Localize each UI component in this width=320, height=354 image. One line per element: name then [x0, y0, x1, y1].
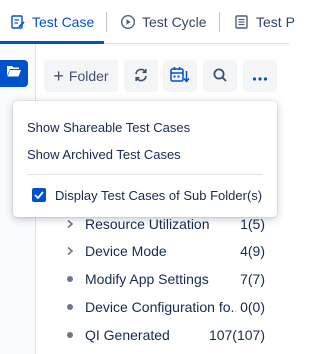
more-icon [252, 68, 268, 84]
sync-icon [133, 67, 149, 86]
chevron-right-icon[interactable] [60, 219, 80, 229]
add-folder-button[interactable]: + Folder [44, 60, 118, 92]
checkmark-icon [34, 191, 44, 199]
tree-item[interactable]: QI Generated 107(107) [60, 321, 265, 349]
tree-item-count: 4(9) [240, 243, 265, 259]
tree-item[interactable]: Device Configuration fo... 0(0) [60, 293, 265, 321]
tree-item-label: Modify App Settings [85, 271, 209, 287]
play-circle-icon [120, 14, 136, 30]
folder-panel-toggle-button[interactable] [0, 60, 28, 87]
tab-label: Test P [256, 14, 295, 30]
tab-test-case[interactable]: Test Case [10, 0, 94, 44]
tree-item-label: Device Configuration fo... [85, 299, 237, 315]
tab-label: Test Cycle [142, 14, 207, 30]
plus-icon: + [53, 66, 64, 86]
tree-item-label: Resource Utilization [85, 216, 210, 232]
subfolder-checkbox[interactable] [32, 188, 46, 202]
menu-item-show-archived[interactable]: Show Archived Test Cases [27, 147, 181, 162]
tab-divider [106, 12, 107, 32]
tree-item-label: Device Mode [85, 243, 167, 259]
tab-divider [219, 12, 220, 32]
subfolder-checkbox-label[interactable]: Display Test Cases of Sub Folder(s) [55, 188, 262, 203]
folder-open-icon [6, 64, 22, 83]
tab-label: Test Case [32, 14, 95, 30]
tab-bar: Test Case Test Cycle Test P [0, 0, 295, 44]
more-options-menu: Show Shareable Test Cases Show Archived … [13, 101, 277, 217]
chevron-right-icon[interactable] [60, 246, 80, 256]
bullet-dot-icon [67, 304, 73, 310]
calendar-sort-icon [170, 66, 190, 87]
tree-item-label: QI Generated [85, 327, 170, 343]
more-options-button[interactable] [243, 60, 277, 92]
tree-item[interactable]: Device Mode 4(9) [60, 237, 265, 265]
refresh-button[interactable] [124, 60, 158, 92]
menu-divider [27, 174, 263, 175]
tab-test-cycle[interactable]: Test Cycle [120, 0, 207, 44]
sort-by-date-button[interactable] [163, 60, 197, 92]
tab-test-plan[interactable]: Test P [234, 0, 295, 44]
bullet-dot-icon [67, 276, 73, 282]
edit-document-icon [10, 14, 26, 30]
tree-item-count: 107(107) [208, 327, 265, 343]
menu-item-show-shareable[interactable]: Show Shareable Test Cases [27, 120, 190, 135]
search-icon [212, 67, 228, 86]
tree-item-count: 7(7) [240, 271, 265, 287]
bullet-dot-icon [67, 332, 73, 338]
search-button[interactable] [203, 60, 237, 92]
add-folder-label: Folder [68, 68, 109, 84]
list-document-icon [234, 14, 250, 30]
tree-item[interactable]: Modify App Settings 7(7) [60, 265, 265, 293]
tree-item-count: 0(0) [240, 299, 265, 315]
tree-item-count: 1(5) [240, 216, 265, 232]
